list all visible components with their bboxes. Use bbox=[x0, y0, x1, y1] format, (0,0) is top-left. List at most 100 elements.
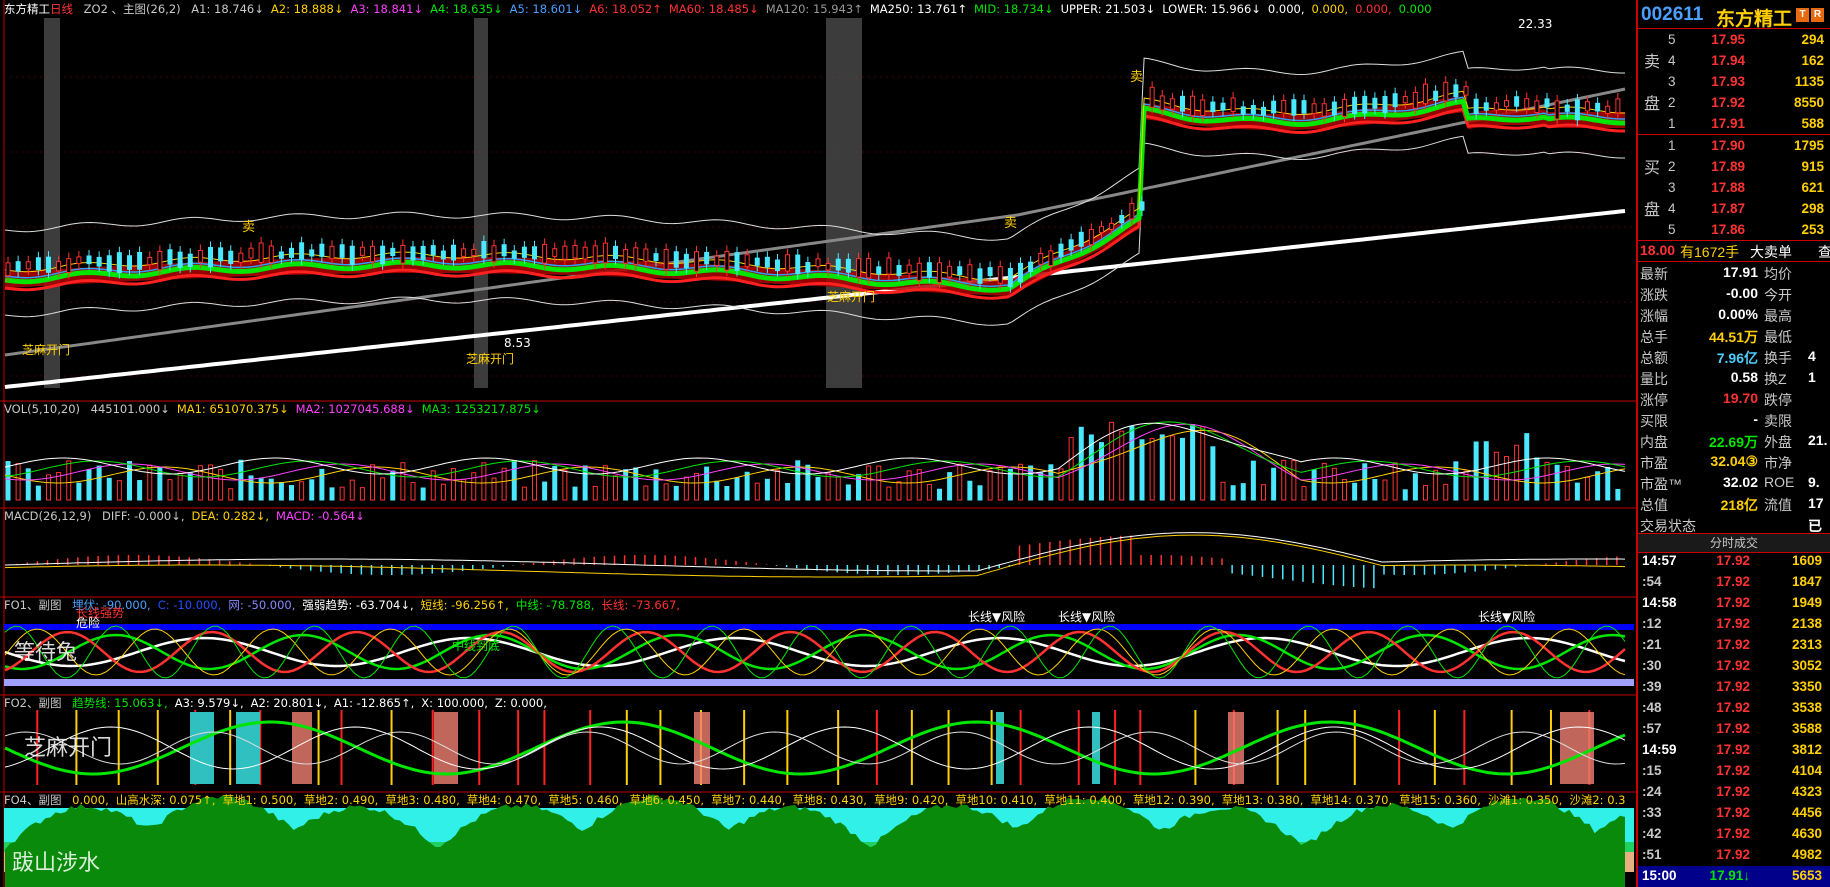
candle-body bbox=[1018, 262, 1023, 283]
volume-bar bbox=[1433, 469, 1439, 501]
candle-body bbox=[1200, 99, 1206, 117]
big-order-more-link[interactable]: 查 bbox=[1818, 242, 1830, 262]
macd-legend-values: DIFF: -0.000↓, DEA: 0.282↓, MACD: -0.564↓ bbox=[102, 509, 372, 523]
period-label[interactable]: 日线 bbox=[50, 2, 73, 16]
main-legend-item: A6: 18.052↑ bbox=[589, 2, 662, 16]
volume-bar bbox=[1250, 460, 1256, 501]
fo1-legend-item: 网: -50.000, bbox=[228, 598, 296, 612]
ask-row[interactable]: 4 17.94 162 bbox=[1638, 51, 1830, 72]
candle-body bbox=[268, 245, 274, 263]
quote-field-row: 涨停 19.70 跌停 bbox=[1638, 388, 1830, 409]
last-tick-row: 15:00 17.91↓ 5653 bbox=[1638, 866, 1830, 887]
quote-field-row: 市盈 32.04③ 市净 bbox=[1638, 451, 1830, 472]
fo4-legend: FO4、副图 0.000, 山高水深: 0.075↑, 草地1: 0.500, 草地2… bbox=[4, 792, 1634, 808]
candle-body bbox=[1423, 83, 1428, 105]
bid-row[interactable]: 3 17.88 621 bbox=[1638, 178, 1830, 199]
candle-body bbox=[1463, 86, 1469, 96]
stock-code[interactable]: 002611 bbox=[1641, 4, 1703, 26]
ask-row[interactable]: 3 17.93 1135 bbox=[1638, 72, 1830, 93]
high-price-label: 22.33 bbox=[1518, 17, 1553, 31]
volume-bar bbox=[491, 477, 497, 501]
main-indicator-legend: 东方精工日线 ZO2 、主图(26,2) A1: 18.746↓ A2: 18.8… bbox=[4, 1, 1634, 17]
tick-volume: 4323 bbox=[1791, 784, 1822, 799]
candle-body bbox=[56, 261, 62, 272]
tick-row: :54 17.92 1847 bbox=[1638, 572, 1830, 593]
field-label-2: 今开 bbox=[1764, 287, 1792, 303]
volume-bar bbox=[613, 475, 618, 501]
level-number: 3 bbox=[1668, 74, 1676, 89]
macd-title[interactable]: MACD(26,12,9) bbox=[4, 509, 91, 523]
fo1-title[interactable]: FO1、副图 bbox=[4, 598, 61, 612]
big-order-alert[interactable]: 18.00 有 1672手 大卖单 查 bbox=[1638, 240, 1830, 261]
tick-volume: 4982 bbox=[1791, 847, 1822, 862]
candle-body bbox=[5, 262, 11, 277]
candle-body bbox=[289, 247, 294, 258]
field-label: 最新 bbox=[1640, 266, 1668, 282]
kline-chart-area[interactable]: 东方精工日线 ZO2 、主图(26,2) A1: 18.746↓ A2: 18.8… bbox=[0, 0, 1636, 887]
volume-bar bbox=[1524, 433, 1530, 501]
volume-bar bbox=[1261, 484, 1266, 501]
tick-time: 14:59 bbox=[1642, 742, 1677, 757]
fo2-title[interactable]: FO2、副图 bbox=[4, 696, 61, 710]
fo2-legend-item: A3: 9.579↓, bbox=[174, 696, 244, 710]
chart-canvas[interactable] bbox=[0, 0, 1636, 887]
candle-body bbox=[137, 251, 143, 270]
candle-body bbox=[258, 242, 264, 264]
fo4-legend-item: 草地6: 0.450, bbox=[629, 793, 705, 807]
candle-body bbox=[1210, 101, 1216, 113]
candle-body bbox=[481, 241, 487, 259]
ticks-tab[interactable]: 分时成交 bbox=[1638, 533, 1830, 553]
candle-body bbox=[1534, 100, 1540, 113]
volume-bar bbox=[643, 485, 649, 501]
volume-bar bbox=[1382, 479, 1388, 501]
volume-ma-line bbox=[4, 421, 1626, 478]
field-label-2: 最低 bbox=[1764, 329, 1792, 345]
candle-body bbox=[25, 261, 31, 270]
stock-name-label: 东方精工 bbox=[4, 2, 50, 16]
quote-field-row: 交易状态已 bbox=[1638, 514, 1830, 535]
candle-body bbox=[278, 251, 284, 259]
candle-body bbox=[1605, 105, 1611, 114]
fo4-title[interactable]: FO4、副图 bbox=[4, 793, 61, 807]
volume-bar bbox=[714, 480, 720, 501]
fo4-legend-item: 草地1: 0.500, bbox=[222, 793, 297, 807]
candle-body bbox=[602, 242, 608, 264]
main-legend-item: MA60: 18.485↓ bbox=[668, 2, 759, 16]
bid-row[interactable]: 4 17.87 298 bbox=[1638, 199, 1830, 220]
big-order-text2: 大卖单 bbox=[1750, 244, 1792, 260]
stock-header: 002611 东方精工 T R bbox=[1638, 0, 1830, 31]
candle-body bbox=[1585, 101, 1590, 112]
bid-row[interactable]: 1 17.90 1795 bbox=[1638, 136, 1830, 157]
main-indicator-name[interactable]: ZO2 、主图(26,2) bbox=[84, 2, 181, 16]
quote-field-row: 总值 218亿 流值 17 bbox=[1638, 493, 1830, 514]
candle-body bbox=[704, 251, 710, 265]
tick-list[interactable]: 14:57 17.92 1609:54 17.92 1847 14:58 17.92 1949… bbox=[1638, 551, 1830, 866]
volume-bar bbox=[471, 472, 477, 501]
candle-body bbox=[532, 246, 537, 260]
vol-title[interactable]: VOL(5,10,20) bbox=[4, 402, 80, 416]
bid-row[interactable]: 2 17.89 915 bbox=[1638, 157, 1830, 178]
volume-bar bbox=[1180, 437, 1185, 501]
main-legend-values: A1: 18.746↓ A2: 18.888↓ A3: 18.841↓ A4: 18.… bbox=[191, 2, 1438, 16]
candle-body bbox=[1433, 90, 1439, 101]
main-legend-item: MID: 18.734↓ bbox=[974, 2, 1054, 16]
stock-name[interactable]: 东方精工 bbox=[1716, 4, 1792, 31]
ask-row[interactable]: 1 17.91 588 bbox=[1638, 114, 1830, 135]
tick-price: 17.92 bbox=[1716, 826, 1750, 841]
upper-band bbox=[4, 50, 1625, 241]
candle-body bbox=[15, 261, 21, 272]
volume-bar bbox=[289, 485, 294, 501]
volume-bar bbox=[856, 474, 861, 501]
candle-body bbox=[663, 248, 669, 270]
candle-body bbox=[1220, 102, 1226, 111]
field-label-2: 均价 bbox=[1764, 266, 1792, 282]
ask-row[interactable]: 5 17.95 294 bbox=[1638, 30, 1830, 51]
field-value-2: 21. bbox=[1808, 432, 1828, 448]
tick-price: 17.92 bbox=[1716, 805, 1750, 820]
volume-bar bbox=[845, 484, 851, 501]
tick-price: 17.92 bbox=[1716, 658, 1750, 673]
field-label: 涨跌 bbox=[1640, 287, 1668, 303]
ask-row[interactable]: 2 17.92 8550 bbox=[1638, 93, 1830, 114]
bid-row[interactable]: 5 17.86 253 bbox=[1638, 220, 1830, 241]
candle-body bbox=[309, 249, 315, 257]
